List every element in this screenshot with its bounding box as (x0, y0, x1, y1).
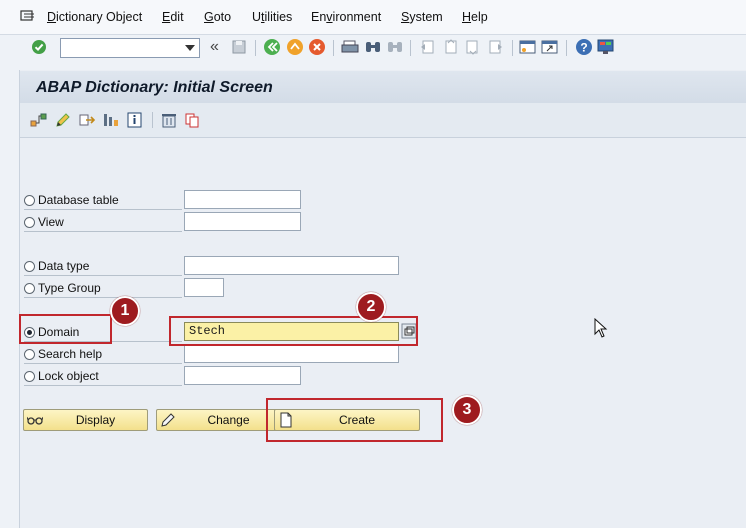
info-icon[interactable] (126, 111, 144, 129)
database-table-input[interactable] (184, 190, 301, 209)
callout-badge-2: 2 (356, 292, 386, 322)
data-type-input[interactable] (184, 256, 399, 275)
display-button-label: Display (75, 413, 116, 427)
callout-badge-1: 1 (110, 296, 140, 326)
lock-object-input[interactable] (184, 366, 301, 385)
menu-edit[interactable]: Edit (162, 10, 184, 24)
mouse-cursor-icon (594, 317, 608, 341)
first-page-icon[interactable] (418, 38, 436, 56)
menu-system[interactable]: System (401, 10, 443, 24)
radio-button[interactable] (24, 348, 35, 360)
back-glyph[interactable]: « (210, 38, 219, 56)
radio-database-table[interactable]: Database table (24, 191, 119, 209)
radio-button[interactable] (24, 370, 35, 382)
menu-dictionary-object[interactable]: Dictionary Object (47, 10, 142, 24)
radio-button[interactable] (24, 260, 35, 272)
prev-page-icon[interactable] (441, 38, 459, 56)
menu-icon[interactable] (20, 9, 36, 26)
radio-lock-object[interactable]: Lock object (24, 367, 99, 385)
menu-goto[interactable]: Goto (204, 10, 231, 24)
where-used-icon[interactable] (102, 111, 120, 129)
option-label: Data type (38, 259, 90, 273)
find-next-icon[interactable] (386, 38, 404, 56)
change-button-label: Change (207, 413, 250, 427)
exit-icon[interactable] (286, 38, 304, 56)
callout-badge-3: 3 (452, 395, 482, 425)
menu-utilities[interactable]: Utilities (252, 10, 292, 24)
page-title: ABAP Dictionary: Initial Screen (36, 79, 273, 96)
save-icon[interactable] (230, 38, 248, 56)
svg-text:?: ? (580, 41, 587, 55)
radio-button[interactable] (24, 194, 35, 206)
last-page-icon[interactable] (487, 38, 505, 56)
menu-environment[interactable]: Environment (311, 10, 381, 24)
copy-icon[interactable] (184, 111, 202, 129)
customize-icon[interactable] (597, 38, 615, 56)
search-help-input[interactable] (184, 344, 399, 363)
radio-button[interactable] (24, 216, 35, 228)
radio-search-help[interactable]: Search help (24, 345, 102, 363)
type-group-input[interactable] (184, 278, 224, 297)
check-icon[interactable] (30, 38, 48, 56)
option-label: Type Group (38, 281, 101, 295)
new-session-icon[interactable] (519, 38, 537, 56)
display-button[interactable]: Display (23, 409, 148, 431)
edit-icon[interactable] (54, 111, 72, 129)
back-icon[interactable] (263, 38, 281, 56)
print-icon[interactable] (341, 38, 359, 56)
radio-type-group[interactable]: Type Group (24, 279, 101, 297)
radio-data-type[interactable]: Data type (24, 257, 89, 275)
option-label: Database table (38, 193, 119, 207)
command-field[interactable] (60, 38, 200, 58)
delete-icon[interactable] (160, 111, 178, 129)
callout-box-domain (19, 314, 112, 344)
callout-box-create (266, 398, 443, 442)
pencil-icon (159, 413, 177, 427)
other-object-icon[interactable] (78, 111, 96, 129)
chevron-down-icon[interactable] (185, 45, 195, 51)
radio-button[interactable] (24, 282, 35, 294)
menu-help[interactable]: Help (462, 10, 488, 24)
hierarchy-icon[interactable] (30, 111, 48, 129)
shortcut-icon[interactable] (541, 38, 559, 56)
help-icon[interactable]: ? (575, 38, 593, 56)
option-label: View (38, 215, 64, 229)
callout-box-domain-input (169, 316, 418, 346)
option-label: Search help (38, 347, 103, 361)
cancel-icon[interactable] (308, 38, 326, 56)
view-input[interactable] (184, 212, 301, 231)
menu-bar: Dictionary Object Edit Goto Utilities En… (0, 0, 746, 35)
option-label: Lock object (38, 369, 99, 383)
find-icon[interactable] (364, 38, 382, 56)
next-page-icon[interactable] (464, 38, 482, 56)
change-button[interactable]: Change (156, 409, 281, 431)
glasses-icon (26, 414, 44, 426)
radio-view[interactable]: View (24, 213, 64, 231)
